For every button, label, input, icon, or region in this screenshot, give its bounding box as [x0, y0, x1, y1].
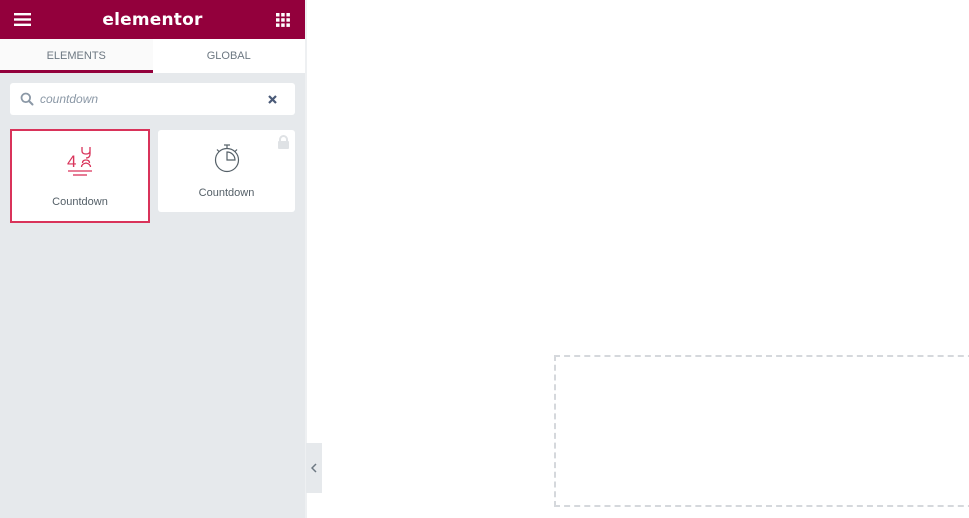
- grid-icon: [275, 12, 290, 27]
- collapse-panel-button[interactable]: [306, 443, 322, 493]
- menu-button[interactable]: [12, 10, 32, 30]
- elementor-logo: elementor: [102, 9, 203, 30]
- tab-global[interactable]: Global: [153, 39, 306, 73]
- widget-countdown-pro[interactable]: Countdown: [158, 130, 295, 212]
- close-icon: [267, 94, 277, 104]
- stopwatch-icon: [214, 144, 239, 173]
- editor-panel: elementor Elements Global 4: [0, 0, 305, 518]
- widgets-grid-button[interactable]: [273, 10, 293, 30]
- countdown-flip-icon: 4: [67, 147, 92, 176]
- clear-search-button[interactable]: [265, 92, 279, 106]
- panel-header: elementor: [0, 0, 305, 39]
- tab-elements[interactable]: Elements: [0, 39, 153, 73]
- widget-countdown-selected[interactable]: 4 Countdown: [10, 129, 150, 223]
- search-box: [10, 83, 295, 115]
- lock-icon: [278, 135, 289, 149]
- svg-text:4: 4: [67, 152, 76, 171]
- panel-tabs: Elements Global: [0, 39, 305, 73]
- hamburger-icon: [13, 13, 31, 26]
- panel-divider: [305, 0, 307, 518]
- widget-label: Countdown: [52, 196, 108, 208]
- search-icon: [20, 92, 34, 106]
- chevron-left-icon: [311, 463, 317, 473]
- search-input[interactable]: [40, 89, 265, 109]
- canvas-drop-area[interactable]: [554, 355, 969, 507]
- widget-label: Countdown: [198, 187, 255, 199]
